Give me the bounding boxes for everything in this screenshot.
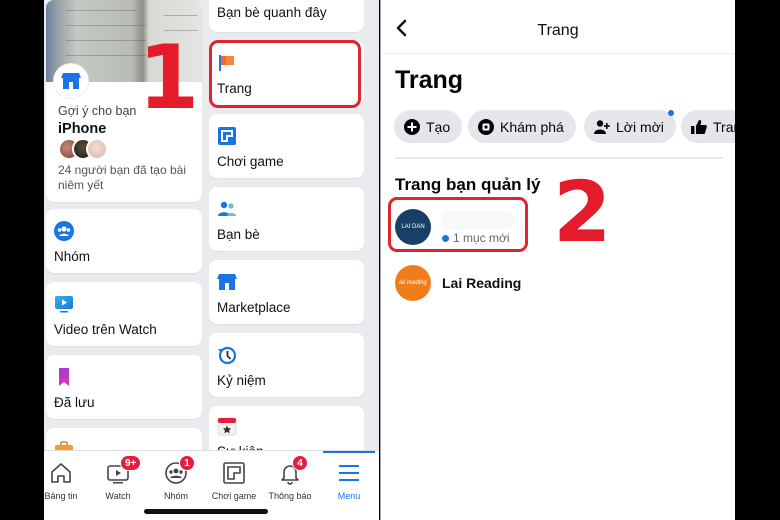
active-tab-indicator — [323, 451, 375, 453]
menu-item-gaming[interactable]: Chơi game — [209, 114, 364, 178]
notifications-badge: 4 — [292, 455, 308, 471]
tab-watch[interactable]: 9+ Watch — [90, 455, 146, 503]
tab-label: Nhóm — [163, 491, 188, 501]
create-chip[interactable]: Tạo — [394, 110, 463, 143]
chip-label: Trar — [713, 118, 735, 135]
top-nav-bar: Trang — [381, 0, 735, 54]
liked-pages-chip[interactable]: Trar — [681, 110, 735, 143]
discover-chip[interactable]: Khám phá — [468, 110, 576, 143]
page-avatar-text: lai reading — [399, 280, 427, 286]
menu-item-marketplace[interactable]: Marketplace — [209, 260, 364, 324]
chip-label: Khám phá — [500, 118, 564, 135]
plus-circle-icon — [404, 118, 420, 135]
gaming-icon — [222, 461, 246, 485]
groups-badge: 1 — [179, 455, 195, 471]
menu-item-label: Video trên Watch — [54, 322, 157, 337]
menu-item-label: Nhóm — [54, 249, 91, 264]
section-divider — [395, 157, 723, 159]
saved-bookmark-icon — [54, 367, 74, 387]
menu-item-friends[interactable]: Bạn bè — [209, 187, 364, 251]
menu-item-label: Đã lưu — [54, 395, 95, 410]
watch-video-icon — [54, 294, 74, 314]
tab-gaming[interactable]: Chơi game — [206, 455, 262, 503]
annotation-number: 1 — [138, 26, 200, 129]
page-name: Lai Reading — [442, 275, 522, 291]
left-phone-screen: Gợi ý cho bạn iPhone 24 người bạn đã tạo… — [44, 0, 379, 520]
tab-groups[interactable]: 1 Nhóm — [148, 455, 204, 503]
menu-item-label: Bạn bè — [217, 227, 260, 242]
menu-item-label: Marketplace — [217, 300, 291, 315]
marketplace-store-icon — [54, 64, 88, 98]
tab-label: Watch — [105, 491, 131, 501]
tab-notifications[interactable]: 4 Thông báo — [262, 455, 318, 503]
annotation-highlight-box — [209, 40, 361, 108]
menu-item-label: Chơi game — [217, 154, 284, 169]
suggestion-description: 24 người bạn đã tạo bài niêm yết — [58, 163, 186, 192]
home-indicator — [144, 509, 268, 514]
invites-chip[interactable]: Lời mời — [584, 110, 676, 143]
section-title: Trang bạn quản lý — [395, 175, 541, 194]
tab-news-feed[interactable]: Bảng tin — [44, 455, 89, 503]
menu-item-label: Kỷ niệm — [217, 373, 266, 388]
groups-icon — [54, 221, 74, 241]
bottom-tab-bar: Bảng tin 9+ Watch 1 Nhóm Chơi game 4 Thô… — [44, 450, 379, 520]
menu-item-saved[interactable]: Đã lưu — [46, 355, 202, 419]
discover-icon — [478, 118, 494, 135]
page-title: Trang — [395, 66, 464, 94]
avatar — [86, 138, 108, 160]
hamburger-menu-icon — [337, 461, 361, 485]
annotation-number: 2 — [553, 163, 612, 261]
marketplace-store-icon — [217, 272, 237, 292]
nav-title: Trang — [537, 22, 579, 39]
tab-label: Bảng tin — [44, 491, 78, 501]
watch-badge: 9+ — [120, 455, 142, 471]
menu-item-groups[interactable]: Nhóm — [46, 209, 202, 273]
suggestion-kicker: Gợi ý cho bạn — [58, 104, 137, 118]
managed-page-row[interactable]: lai reading Lai Reading — [395, 265, 725, 305]
chip-label: Tạo — [426, 118, 451, 135]
menu-item-memories[interactable]: Kỷ niệm — [209, 333, 364, 397]
tab-label: Menu — [337, 491, 361, 501]
tab-label: Chơi game — [211, 491, 257, 501]
gaming-icon — [217, 126, 237, 146]
tab-menu[interactable]: Menu — [321, 455, 377, 503]
tab-label: Thông báo — [268, 491, 312, 501]
menu-item-nearby-friends[interactable]: Bạn bè quanh đây — [209, 0, 364, 32]
menu-item-watch[interactable]: Video trên Watch — [46, 282, 202, 346]
memories-clock-icon — [217, 345, 237, 365]
thumbs-up-icon — [691, 119, 707, 134]
friends-icon — [217, 199, 237, 219]
notification-dot — [667, 110, 674, 116]
home-icon — [49, 461, 73, 485]
page-avatar: lai reading — [395, 265, 431, 301]
annotation-highlight-box — [388, 197, 528, 252]
menu-item-label: Bạn bè quanh đây — [217, 5, 327, 20]
suggestion-title: iPhone — [58, 121, 107, 137]
invite-person-icon — [594, 119, 610, 134]
chip-label: Lời mời — [616, 118, 664, 135]
events-calendar-icon — [217, 416, 237, 436]
right-phone-screen: Trang Trang Tạo Khám phá Lời mời Trar Tr… — [380, 0, 735, 520]
